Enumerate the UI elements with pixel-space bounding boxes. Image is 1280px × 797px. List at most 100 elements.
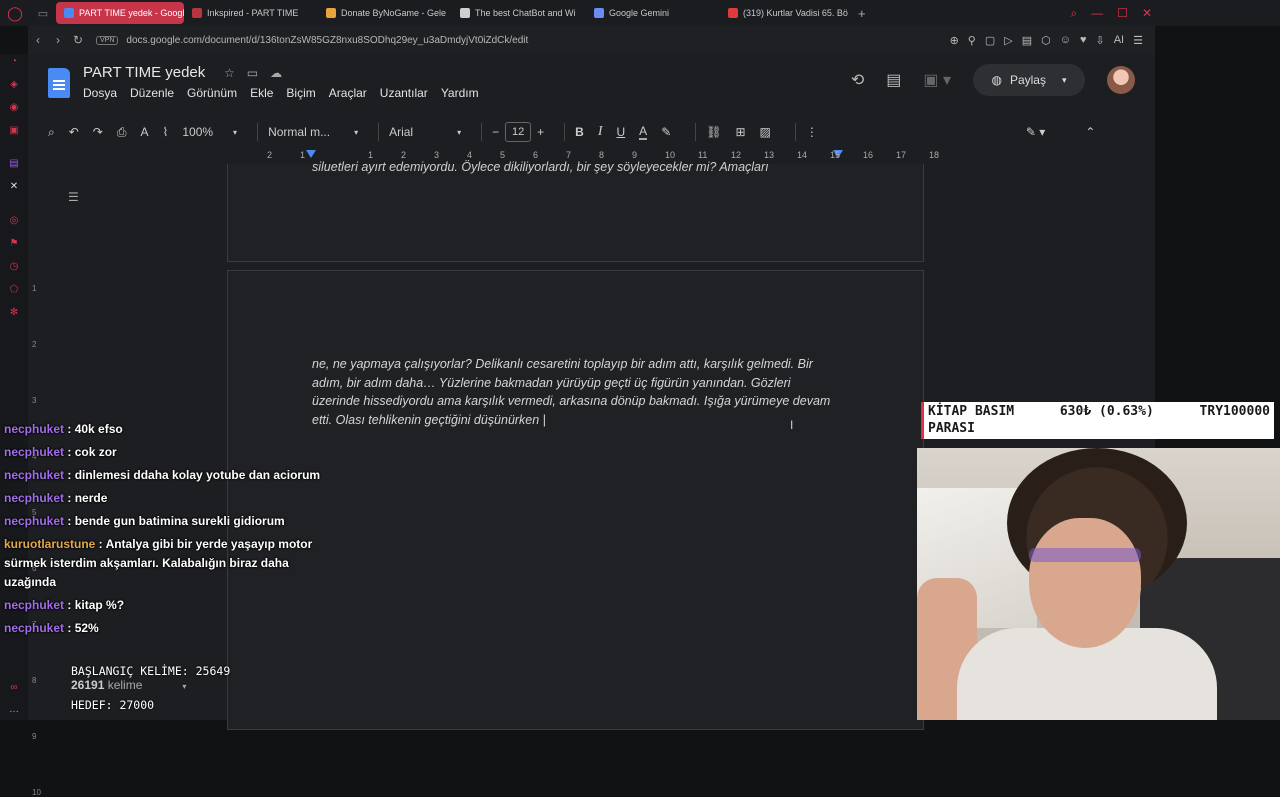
download-icon[interactable]: ⇩ (1096, 34, 1105, 47)
new-tab-icon[interactable]: + (858, 6, 866, 21)
menu-item[interactable]: Uzantılar (380, 86, 428, 100)
word-count-badge[interactable]: 26191 kelime ▾ (71, 678, 186, 692)
snapshot-icon[interactable]: ▢ (985, 34, 995, 47)
url-field[interactable]: docs.google.com/document/d/136tonZsW85GZ… (126, 35, 528, 46)
browser-tab[interactable]: (319) Kurtlar Vadisi 65. Bö (720, 2, 854, 24)
x-icon[interactable]: ✕ (8, 181, 20, 193)
star-icon[interactable]: ☆ (224, 66, 235, 80)
menu-item[interactable]: Düzenle (130, 86, 174, 100)
zoom-icon[interactable]: ⊕ (950, 34, 959, 47)
chat-text: 40k efso (74, 422, 123, 436)
tab-label: Inkspired - PART TIME (207, 8, 299, 18)
menu-item[interactable]: Araçlar (329, 86, 367, 100)
chat-separator: : (64, 598, 75, 612)
meet-icon[interactable]: ▣ ▾ (923, 70, 951, 90)
maximize-icon[interactable]: ☐ (1117, 6, 1128, 20)
move-folder-icon[interactable]: ▭ (247, 66, 258, 80)
settings-icon[interactable]: ✻ (8, 307, 20, 319)
music-icon[interactable]: ▣ (8, 125, 20, 137)
menu-item[interactable]: Biçim (286, 86, 315, 100)
search-menus-icon[interactable]: ⌕ (48, 125, 55, 140)
opera-logo-icon[interactable]: ◯ (0, 0, 30, 26)
font-select[interactable]: Arial ▾ (389, 125, 461, 139)
document-page[interactable]: ne, ne yapmaya çalışıyorlar? Delikanlı c… (227, 270, 924, 730)
browser-tab[interactable]: Inkspired - PART TIME (184, 2, 318, 24)
undo-icon[interactable]: ↶ (69, 125, 79, 139)
close-window-icon[interactable]: ✕ (1142, 6, 1152, 20)
italic-icon[interactable]: I (598, 124, 603, 140)
ruler-tick-label: 15 (830, 150, 841, 160)
tab-islands-icon[interactable]: ▭ (30, 0, 56, 26)
history-icon[interactable]: ◷ (8, 261, 20, 273)
version-history-icon[interactable]: ⟲ (851, 70, 864, 90)
redo-icon[interactable]: ↷ (93, 125, 103, 139)
heart-icon[interactable]: ♥ (1080, 34, 1087, 47)
share-button[interactable]: ◍ Paylaş ▾ (973, 64, 1085, 96)
font-size-input[interactable]: 12 (505, 122, 532, 142)
crypto-icon[interactable]: ◈ (8, 79, 20, 91)
extensions-icon[interactable]: ⬡ (1041, 34, 1051, 47)
menu-icon[interactable]: ☰ (1133, 34, 1143, 47)
page-text[interactable]: siluetleri ayırt edemiyordu. Öylece diki… (312, 160, 769, 174)
ai-icon[interactable]: AI (1114, 34, 1124, 47)
webcam-glasses (1029, 548, 1141, 562)
menu-item[interactable]: Görünüm (187, 86, 237, 100)
search-tabs-icon[interactable]: ⌕ (1070, 6, 1077, 21)
aria-icon[interactable]: ◔ (8, 56, 20, 68)
zoom-select[interactable]: 100% ▾ (182, 125, 237, 139)
left-indent-marker[interactable] (306, 150, 316, 158)
menu-item[interactable]: Dosya (83, 86, 117, 100)
browser-tab[interactable]: Donate ByNoGame - Gele (318, 2, 452, 24)
wallet-icon[interactable]: ▤ (1022, 34, 1032, 47)
insert-link-icon[interactable]: ⛓ (706, 125, 721, 139)
menu-item[interactable]: Yardım (441, 86, 479, 100)
globe-icon: ◍ (991, 73, 1002, 87)
text-color-icon[interactable]: A (639, 124, 648, 140)
gx-icon[interactable]: ∞ (8, 682, 20, 694)
chevron-down-icon: ▾ (1061, 74, 1067, 85)
avatar[interactable] (1107, 66, 1135, 94)
more-options-icon[interactable]: ⋮ (806, 125, 818, 139)
profile-icon[interactable]: ☺ (1060, 34, 1071, 47)
paint-format-icon[interactable]: ⌇ (162, 125, 168, 139)
add-comment-icon[interactable]: ⊞ (735, 125, 745, 139)
browser-tab[interactable]: The best ChatBot and Wi (452, 2, 586, 24)
document-page[interactable]: siluetleri ayırt edemiyordu. Öylece diki… (227, 160, 924, 262)
reload-icon[interactable]: ↻ (68, 33, 88, 47)
document-title[interactable]: PART TIME yedek (83, 64, 205, 81)
decrease-font-icon[interactable]: − (492, 125, 499, 139)
insert-image-icon[interactable]: ▨ (760, 125, 771, 139)
messenger-icon[interactable]: ◉ (8, 102, 20, 114)
zoom-value: 100% (182, 125, 214, 139)
extensions-sidebar-icon[interactable]: ⬠ (8, 284, 20, 296)
menu-item[interactable]: Ekle (250, 86, 273, 100)
editing-mode-icon[interactable]: ✎ ▾ (1026, 125, 1045, 139)
player-icon[interactable]: ▷ (1004, 34, 1012, 47)
minimize-icon[interactable]: — (1091, 6, 1103, 20)
docs-logo-icon[interactable] (48, 68, 70, 98)
document-outline-icon[interactable]: ☰ (68, 190, 79, 204)
highlight-icon[interactable]: ✎ (661, 125, 671, 139)
hide-menus-icon[interactable]: ⌃ (1085, 125, 1095, 139)
spellcheck-icon[interactable]: A (140, 125, 148, 139)
player-sidebar-icon[interactable]: ◎ (8, 215, 20, 227)
ruler-tick-label: 9 (632, 150, 638, 160)
increase-font-icon[interactable]: + (537, 125, 544, 139)
page-text[interactable]: ne, ne yapmaya çalışıyorlar? Delikanlı c… (312, 355, 832, 429)
vpn-badge[interactable]: VPN (96, 35, 119, 45)
comments-icon[interactable]: ▤ (886, 70, 901, 90)
underline-icon[interactable]: U (617, 125, 626, 139)
browser-tab[interactable]: PART TIME yedek - Google (56, 2, 184, 24)
style-select[interactable]: Normal m... ▾ (268, 125, 358, 139)
bold-icon[interactable]: B (575, 125, 584, 139)
back-icon[interactable]: ‹ (28, 33, 48, 47)
browser-tab[interactable]: Google Gemini (586, 2, 720, 24)
more-icon[interactable]: … (8, 704, 20, 716)
pin-icon[interactable]: ⚲ (968, 34, 976, 47)
chat-text: nerde (74, 491, 108, 505)
cloud-status-icon[interactable]: ☁ (270, 66, 282, 80)
twitch-icon[interactable]: ▤ (8, 158, 20, 170)
print-icon[interactable]: ⎙ (117, 125, 127, 140)
forward-icon[interactable]: › (48, 33, 68, 47)
pinboard-icon[interactable]: ⚑ (8, 238, 20, 250)
